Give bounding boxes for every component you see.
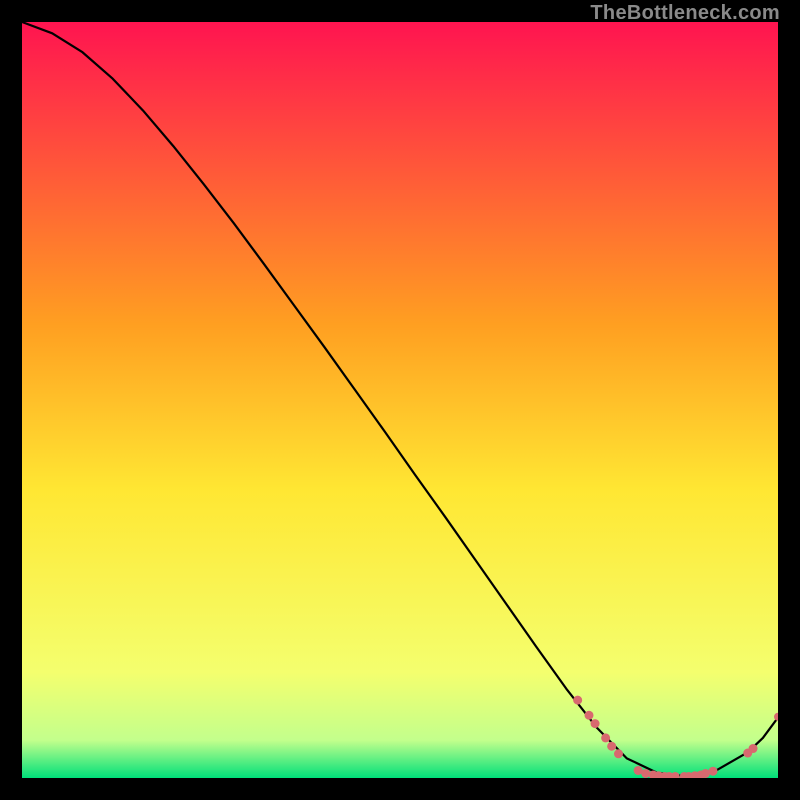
data-marker xyxy=(607,742,616,751)
data-marker xyxy=(585,711,594,720)
data-marker xyxy=(749,744,758,753)
data-marker xyxy=(573,696,582,705)
gradient-background xyxy=(22,22,778,778)
chart-stage: { "attribution": "TheBottleneck.com", "c… xyxy=(0,0,800,800)
bottleneck-plot-svg xyxy=(22,22,778,778)
data-marker xyxy=(614,749,623,758)
data-marker xyxy=(601,733,610,742)
data-marker xyxy=(708,767,717,776)
attribution-label: TheBottleneck.com xyxy=(590,2,780,25)
data-marker xyxy=(641,769,650,778)
data-marker xyxy=(591,719,600,728)
